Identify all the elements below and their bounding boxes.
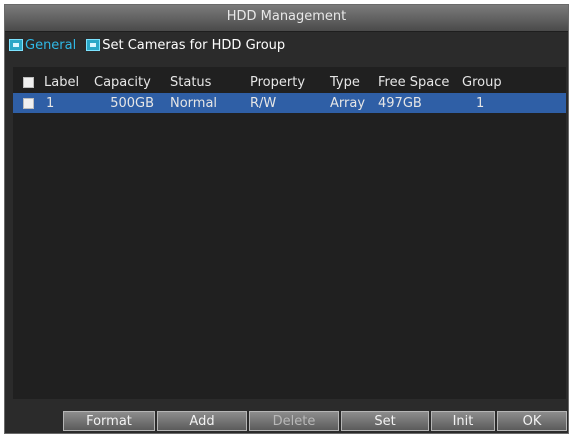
set-button[interactable]: Set <box>341 411 429 431</box>
column-header-free-space: Free Space <box>378 74 450 90</box>
hdd-list: Label Capacity Status Property Type Free… <box>13 67 566 399</box>
cell-property: R/W <box>250 95 277 111</box>
column-header-type: Type <box>330 74 360 90</box>
button-bar: Format Add Delete Set Init OK <box>5 403 568 433</box>
tab-general-label: General <box>25 37 77 53</box>
row-checkbox[interactable] <box>23 97 34 109</box>
cell-label: 1 <box>46 95 55 111</box>
cell-type: Array <box>330 95 366 111</box>
hdd-icon <box>9 39 23 51</box>
tab-set-cameras-label: Set Cameras for HDD Group <box>102 37 286 53</box>
table-header: Label Capacity Status Property Type Free… <box>13 72 566 92</box>
ok-button[interactable]: OK <box>497 411 567 431</box>
column-header-status: Status <box>170 74 212 90</box>
column-header-capacity: Capacity <box>94 74 151 90</box>
format-button[interactable]: Format <box>63 411 155 431</box>
cell-group: 1 <box>476 95 485 111</box>
hdd-icon <box>86 39 101 51</box>
cell-status: Normal <box>170 95 218 111</box>
init-button[interactable]: Init <box>431 411 495 431</box>
tab-general[interactable]: General <box>7 34 78 56</box>
select-all-checkbox[interactable] <box>23 76 34 88</box>
hdd-management-window: HDD Management General Set Cameras for H… <box>4 4 569 434</box>
cell-free-space: 497GB <box>378 95 422 111</box>
table-row[interactable]: 1 500GB Normal R/W Array 497GB 1 <box>13 93 566 113</box>
delete-button[interactable]: Delete <box>249 411 339 431</box>
tab-set-cameras[interactable]: Set Cameras for HDD Group <box>84 34 287 56</box>
column-header-property: Property <box>250 74 306 90</box>
cell-capacity: 500GB <box>110 95 154 111</box>
column-header-group: Group <box>462 74 502 90</box>
tab-bar: General Set Cameras for HDD Group <box>7 33 566 57</box>
add-button[interactable]: Add <box>157 411 247 431</box>
window-title: HDD Management <box>226 9 347 24</box>
title-bar: HDD Management <box>5 5 568 32</box>
column-header-label: Label <box>44 74 80 90</box>
